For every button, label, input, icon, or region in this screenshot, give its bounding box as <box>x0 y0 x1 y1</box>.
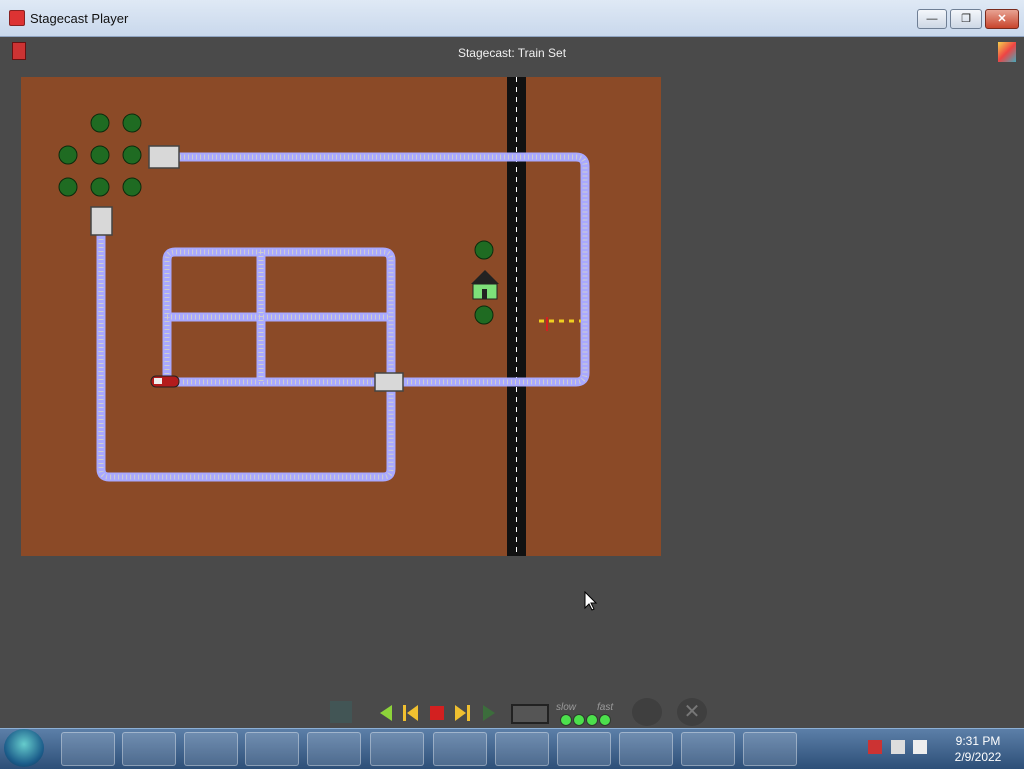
speed-dot-3[interactable] <box>586 714 598 726</box>
tray-alert-icon[interactable] <box>868 740 882 754</box>
taskbar-file-explorer-icon[interactable] <box>61 732 115 766</box>
house <box>471 270 499 300</box>
taskbar-oscilloscope-icon[interactable] <box>370 732 424 766</box>
stamp-icon[interactable] <box>632 698 662 726</box>
speed-dot-4[interactable] <box>599 714 611 726</box>
stop-icon[interactable] <box>426 702 448 724</box>
tool-icon[interactable] <box>330 701 352 723</box>
speed-fast-label: fast <box>597 702 614 713</box>
taskbar-help-app-icon[interactable] <box>681 732 735 766</box>
speed-dot-1[interactable] <box>560 714 572 726</box>
taskbar-rabbit-app-icon[interactable] <box>245 732 299 766</box>
start-button[interactable] <box>4 729 44 767</box>
tray-volume-icon[interactable] <box>913 740 927 754</box>
system-clock[interactable]: 9:31 PM 2/9/2022 <box>936 733 1020 765</box>
taskbar-cross-app-icon[interactable] <box>307 732 361 766</box>
close-button[interactable]: ✕ <box>985 9 1019 29</box>
station-left <box>90 206 113 236</box>
taskbar-gem-app-icon[interactable] <box>557 732 611 766</box>
track-inner-grid <box>162 247 396 382</box>
mouse-cursor-icon <box>584 591 598 611</box>
stagecast-logo-icon <box>998 42 1016 62</box>
speed-slow-label: slow <box>556 702 577 713</box>
step-forward-icon[interactable] <box>451 702 473 724</box>
play-icon[interactable] <box>478 702 500 724</box>
station-top <box>148 145 180 169</box>
window-title: Stagecast Player <box>30 11 129 26</box>
game-board[interactable] <box>21 77 661 556</box>
slider-track[interactable] <box>511 704 549 724</box>
close-tool-icon[interactable]: ✕ <box>677 698 707 726</box>
java-app-icon <box>9 10 25 26</box>
taskbar-java-app-icon[interactable] <box>743 732 797 766</box>
taskbar-notes-app-icon[interactable] <box>619 732 673 766</box>
tray-network-icon[interactable] <box>891 740 905 754</box>
stage-title: Stagecast: Train Set <box>457 46 567 60</box>
minimize-button[interactable]: — <box>917 9 947 29</box>
board-canvas <box>58 77 590 556</box>
clock-time: 9:31 PM <box>955 734 1001 748</box>
taskbar-command-prompt-icon[interactable] <box>433 732 487 766</box>
taskbar-cross-puzzle-icon[interactable] <box>495 732 549 766</box>
taskbar-media-player-icon[interactable] <box>122 732 176 766</box>
crossing-barrier <box>539 317 581 331</box>
speed-dot-2[interactable] <box>573 714 585 726</box>
bridge <box>374 372 404 392</box>
restore-button[interactable]: ❐ <box>950 9 982 29</box>
rewind-icon[interactable] <box>400 702 422 724</box>
step-back-icon[interactable] <box>376 702 398 724</box>
track-left-loop <box>96 227 396 482</box>
taskbar-chrome-icon[interactable] <box>184 732 238 766</box>
clock-date: 2/9/2022 <box>954 750 1002 764</box>
forest <box>58 113 494 325</box>
window-titlebar: Stagecast Player — ❐ ✕ <box>0 0 1024 37</box>
train <box>150 375 180 388</box>
